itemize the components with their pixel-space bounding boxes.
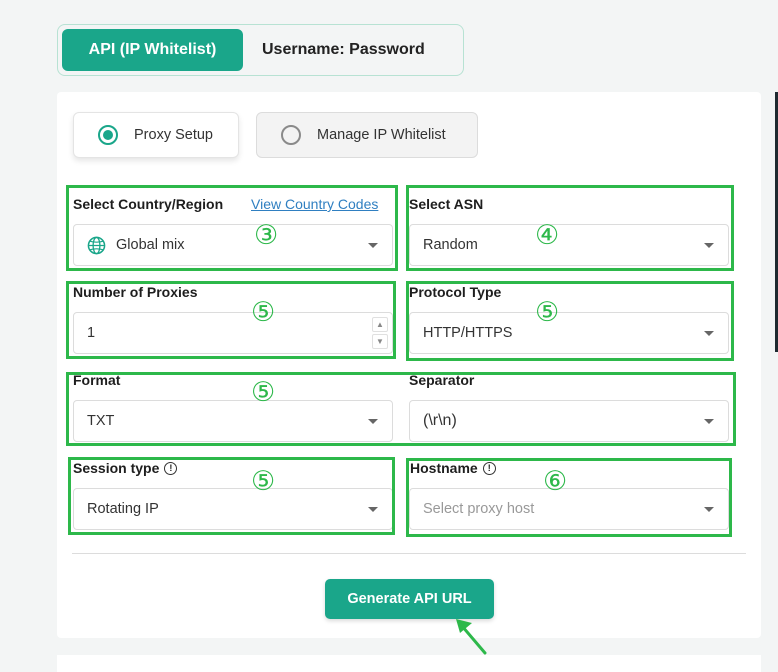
protocol-value: HTTP/HTTPS <box>423 325 513 341</box>
asn-select[interactable]: Random <box>409 224 729 266</box>
annotation-number-5: ⑤ <box>251 377 276 408</box>
manage-whitelist-option[interactable]: Manage IP Whitelist <box>256 112 478 158</box>
chevron-down-icon <box>368 243 378 248</box>
secondary-card <box>57 655 761 672</box>
session-type-text: Session type <box>73 460 160 476</box>
annotation-number-5: ⑤ <box>535 297 560 328</box>
view-country-codes-link[interactable]: View Country Codes <box>251 196 378 212</box>
generate-api-url-button[interactable]: Generate API URL <box>325 579 494 619</box>
hostname-label: Hostname ! <box>410 460 496 476</box>
format-value: TXT <box>87 413 115 429</box>
tab-username-password[interactable]: Username: Password <box>262 29 425 71</box>
manage-whitelist-label: Manage IP Whitelist <box>317 127 446 143</box>
asn-label: Select ASN <box>409 196 484 212</box>
separator-value: (\r\n) <box>423 412 457 429</box>
info-icon[interactable]: ! <box>164 461 178 475</box>
annotation-number-3: ③ <box>254 220 279 251</box>
info-icon[interactable]: ! <box>482 461 496 475</box>
annotation-number-5: ⑤ <box>251 466 276 497</box>
separator-select[interactable]: (\r\n) <box>409 400 729 442</box>
num-proxies-label: Number of Proxies <box>73 284 198 300</box>
chevron-down-icon <box>704 243 714 248</box>
proxy-setup-label: Proxy Setup <box>134 127 213 143</box>
hostname-text: Hostname <box>410 460 478 476</box>
country-select[interactable]: Global mix <box>73 224 393 266</box>
separator-label: Separator <box>409 372 475 388</box>
protocol-select[interactable]: HTTP/HTTPS <box>409 312 729 354</box>
quantity-stepper[interactable]: ▲ ▼ <box>372 317 388 349</box>
radio-selected-icon <box>98 125 118 145</box>
globe-icon <box>87 236 106 255</box>
radio-unselected-icon <box>281 125 301 145</box>
hostname-placeholder: Select proxy host <box>423 501 535 517</box>
chevron-down-icon[interactable]: ▼ <box>372 334 388 349</box>
chevron-up-icon[interactable]: ▲ <box>372 317 388 332</box>
format-label: Format <box>73 372 121 388</box>
num-proxies-value: 1 <box>87 325 96 341</box>
annotation-number-6: ⑥ <box>543 466 568 497</box>
asn-value: Random <box>423 237 478 253</box>
country-value: Global mix <box>116 237 185 253</box>
format-select[interactable]: TXT <box>73 400 393 442</box>
chevron-down-icon <box>704 419 714 424</box>
session-type-label: Session type ! <box>73 460 178 476</box>
chevron-down-icon <box>704 507 714 512</box>
auth-tabs: API (IP Whitelist) Username: Password <box>57 24 464 76</box>
proxy-setup-option[interactable]: Proxy Setup <box>73 112 239 158</box>
proxy-setup-card <box>57 92 761 638</box>
hostname-select[interactable]: Select proxy host <box>409 488 729 530</box>
session-type-value: Rotating IP <box>87 501 159 517</box>
arrow-pointer-icon <box>456 619 487 655</box>
country-label: Select Country/Region <box>73 196 224 212</box>
chevron-down-icon <box>368 419 378 424</box>
annotation-number-4: ④ <box>535 220 560 251</box>
annotation-number-5: ⑤ <box>251 297 276 328</box>
session-type-select[interactable]: Rotating IP <box>73 488 393 530</box>
chevron-down-icon <box>368 507 378 512</box>
protocol-label: Protocol Type <box>409 284 502 300</box>
chevron-down-icon <box>704 331 714 336</box>
num-proxies-input[interactable]: 1 ▲ ▼ <box>73 312 393 354</box>
divider <box>72 553 746 554</box>
tab-api-ip-whitelist[interactable]: API (IP Whitelist) <box>62 29 243 71</box>
